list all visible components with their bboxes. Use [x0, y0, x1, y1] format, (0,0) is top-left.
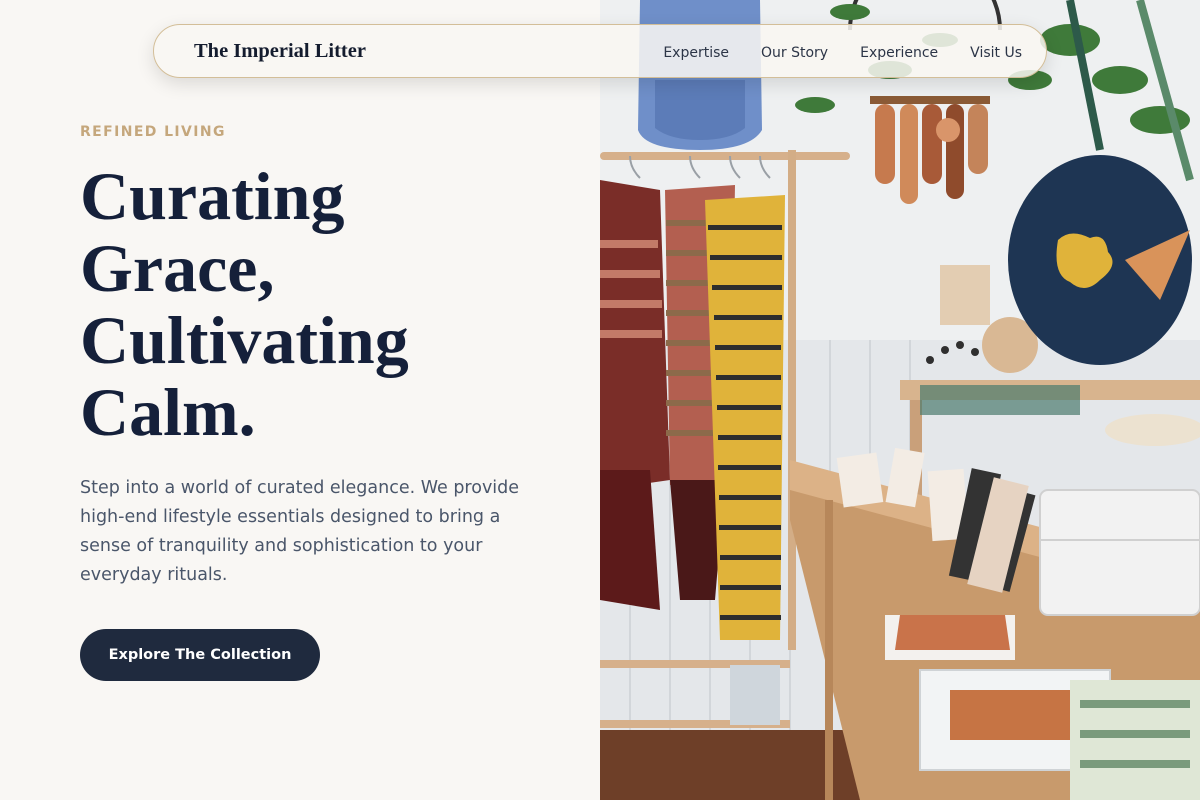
headline-line: Grace, [80, 230, 275, 306]
headline-line: Calm. [80, 374, 256, 450]
top-navigation: The Imperial Litter Expertise Our Story … [153, 24, 1047, 78]
hero-description: Step into a world of curated elegance. W… [80, 478, 520, 585]
nav-item: Expertise [663, 42, 729, 61]
nav-link-expertise[interactable]: Expertise [663, 45, 729, 61]
hero-text-panel: REFINED LIVING Curating Grace, Cultivati… [0, 0, 600, 800]
nav-item: Visit Us [970, 42, 1022, 61]
nav-links: Expertise Our Story Experience Visit Us [663, 42, 1022, 61]
nav-item: Our Story [761, 42, 828, 61]
explore-collection-button[interactable]: Explore The Collection [80, 629, 320, 681]
hero-eyebrow: REFINED LIVING [80, 124, 226, 140]
nav-link-visit-us[interactable]: Visit Us [970, 45, 1022, 61]
hero-headline: Curating Grace, Cultivating Calm. [80, 160, 560, 448]
nav-link-experience[interactable]: Experience [860, 45, 938, 61]
headline-line: Cultivating [80, 302, 409, 378]
boutique-interior-photo [600, 0, 1200, 800]
brand-logo[interactable]: The Imperial Litter [194, 40, 366, 63]
nav-link-our-story[interactable]: Our Story [761, 45, 828, 61]
nav-item: Experience [860, 42, 938, 61]
headline-line: Curating [80, 158, 345, 234]
